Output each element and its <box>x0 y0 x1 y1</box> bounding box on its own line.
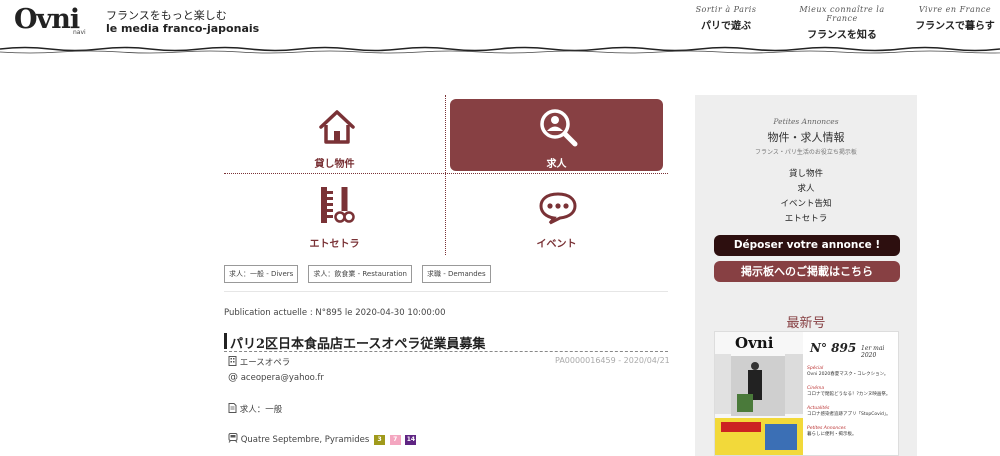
building-icon <box>228 356 237 366</box>
metro-line-badge: 3 <box>374 434 386 445</box>
tag-jobs-restaurant[interactable]: 求人：飲食業 - Restauration <box>308 265 412 283</box>
listing-title: パリ2区日本食品店エースオペラ従業員募集 <box>230 337 486 352</box>
metro-row: Quatre Septembre, Pyramides 3 7 14 <box>228 433 417 445</box>
sidebar-link-events[interactable]: イベント告知 <box>695 197 917 209</box>
magazine-item-text: 暮らしに便利・掲示板。 <box>807 432 857 437</box>
listing-category: 求人：一般 <box>239 405 283 415</box>
magazine-number: N° 895 <box>810 341 857 355</box>
listing-ref: PA0000016459 - 2020/04/21 <box>555 356 670 365</box>
sidebar-link-jobs[interactable]: 求人 <box>695 182 917 194</box>
title-underline <box>224 351 668 352</box>
company-row: エースオペラ <box>228 356 290 368</box>
nav-sortir[interactable]: Sortir à Paris パリで遊ぶ <box>694 5 758 32</box>
document-icon <box>228 403 237 413</box>
title-accent-bar <box>224 333 227 349</box>
tagline-jp: フランスをもっと楽しむ <box>106 9 227 22</box>
sidebar-link-etc[interactable]: エトセトラ <box>695 212 917 224</box>
nav-vivre[interactable]: Vivre en France フランスで暮らす <box>914 5 996 32</box>
train-icon <box>228 433 238 443</box>
sidebar-subtitle: フランス・パリ生活のお役立ち掲示板 <box>755 149 857 156</box>
publication-info: Publication actuelle : N°895 le 2020-04-… <box>224 308 446 318</box>
wavy-divider <box>0 46 1000 54</box>
magazine-item: Petites Annonces 暮らしに便利・掲示板。 <box>807 426 897 438</box>
grid-divider-vertical <box>445 95 446 255</box>
nav-vivre-jp: フランスで暮らす <box>915 21 995 32</box>
site-header: Ovni navi フランスをもっと楽しむ le media franco-ja… <box>0 0 1000 58</box>
sidebar-pa-label: Petites Annonces <box>773 117 839 126</box>
logo-sub: navi <box>73 29 86 36</box>
magazine-item-text: コロナ感染者追跡アプリ「StopCovid」。 <box>807 412 891 417</box>
speech-bubble-icon <box>539 192 577 225</box>
nav-connaitre[interactable]: Mieux connaître la France フランスを知る <box>786 5 898 41</box>
category-rental[interactable]: 貸し物件 <box>228 99 441 171</box>
nav-sortir-jp: パリで遊ぶ <box>701 21 751 32</box>
nav-vivre-fr: Vivre en France <box>918 5 992 14</box>
magazine-item: Spécial Ovni 2020春夏マスク・コレクション。 <box>807 366 897 378</box>
search-person-icon <box>540 109 578 147</box>
magazine-cover[interactable]: Ovni N° 895 1er mai 2020 Spécial Ovni 20… <box>714 331 899 456</box>
tagline: フランスをもっと楽しむ le media franco-japonais <box>106 9 259 35</box>
company-name: エースオペラ <box>239 358 291 368</box>
tag-job-seeking[interactable]: 求職 - Demandes <box>422 265 491 283</box>
category-row: 求人：一般 <box>228 403 282 415</box>
tagline-fr: le media franco-japonais <box>106 22 260 35</box>
category-rental-label: 貸し物件 <box>314 159 355 170</box>
at-icon: @ <box>228 372 238 383</box>
magazine-item: Cinéma コロナで閉館どうなる！?カンヌ映画祭。 <box>807 386 897 398</box>
metro-line-badge: 14 <box>405 434 417 445</box>
magazine-logo: Ovni <box>735 334 774 352</box>
category-event-label: イベント <box>536 239 577 250</box>
grid-divider-horizontal <box>224 173 668 174</box>
category-event[interactable]: イベント <box>450 179 663 251</box>
tag-jobs-general[interactable]: 求人：一般 - Divers <box>224 265 299 283</box>
category-jobs-label: 求人 <box>546 159 567 170</box>
nav-connaitre-jp: フランスを知る <box>807 30 877 41</box>
email-row: @ aceopera@yahoo.fr <box>228 372 324 383</box>
house-icon <box>319 110 355 144</box>
magazine-item: Actualités コロナ感染者追跡アプリ「StopCovid」。 <box>807 406 897 418</box>
sidebar-link-rental[interactable]: 貸し物件 <box>695 167 917 179</box>
metro-line-badge: 7 <box>389 434 401 445</box>
nav-sortir-fr: Sortir à Paris <box>695 5 757 14</box>
separator <box>224 291 668 292</box>
magazine-photo: Ovni <box>715 332 803 455</box>
latest-issue-heading: 最新号 <box>786 316 826 331</box>
category-etc[interactable]: エトセトラ <box>228 179 441 251</box>
magazine-date: 1er mai 2020 <box>861 345 885 359</box>
category-grid: 貸し物件 求人 エトセトラ イベント <box>224 95 668 255</box>
nav-connaitre-fr: Mieux connaître la France <box>799 5 885 23</box>
deposit-ad-button[interactable]: Déposer votre annonce ! <box>714 235 900 256</box>
category-jobs[interactable]: 求人 <box>450 99 663 171</box>
magazine-item-text: Ovni 2020春夏マスク・コレクション。 <box>807 372 889 377</box>
sidebar-title: 物件・求人情報 <box>767 131 845 144</box>
post-ad-jp-button[interactable]: 掲示板へのご掲載はこちら <box>714 261 900 282</box>
tag-list: 求人：一般 - Divers 求人：飲食業 - Restauration 求職 … <box>224 261 496 283</box>
email-link[interactable]: aceopera@yahoo.fr <box>241 373 324 383</box>
site-logo[interactable]: Ovni <box>14 4 80 35</box>
sidebar: Petites Annonces 物件・求人情報 フランス・パリ生活のお役立ち掲… <box>695 95 917 456</box>
category-etc-label: エトセトラ <box>309 239 360 250</box>
magazine-item-text: コロナで閉館どうなる！?カンヌ映画祭。 <box>807 392 891 397</box>
metro-station: Quatre Septembre, Pyramides <box>240 435 370 445</box>
comb-scissors-icon <box>321 187 355 223</box>
